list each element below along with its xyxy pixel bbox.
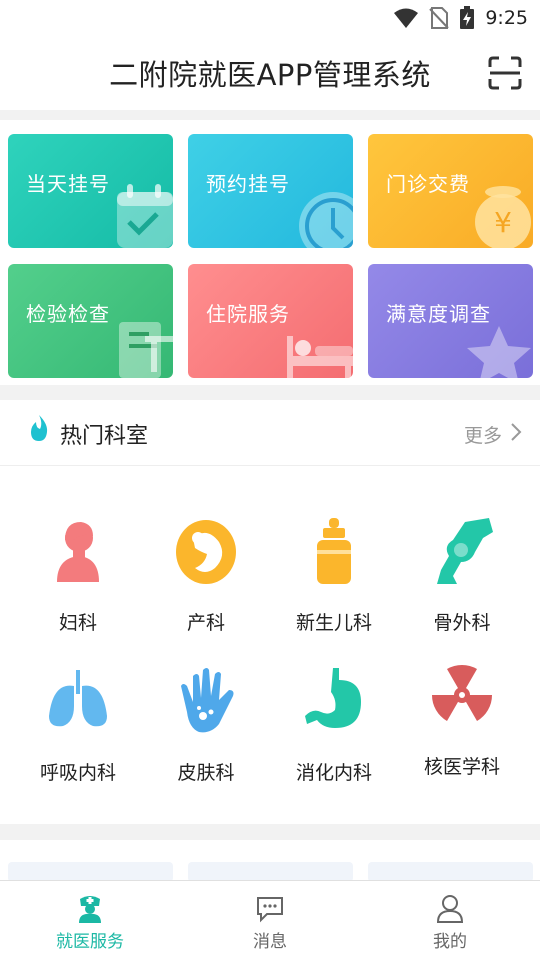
radiation-icon	[432, 664, 492, 721]
dept-label: 核医学科	[423, 756, 500, 778]
quick-actions: 当天挂号 预约挂号 门诊交费 ¥ 检验检查 住院服务 满意度调查	[0, 120, 540, 385]
preview-card	[368, 862, 533, 882]
dept-label: 骨外科	[433, 612, 491, 634]
dept-label: 新生儿科	[295, 612, 372, 634]
nurse-icon	[79, 896, 101, 923]
chevron-right-icon[interactable]	[510, 422, 522, 442]
preview-card	[8, 862, 173, 882]
page-title: 二附院就医APP管理系统	[109, 58, 431, 92]
preview-card	[188, 862, 353, 882]
bone-joint-icon	[437, 518, 493, 584]
status-time: 9:25	[485, 7, 528, 29]
dept-gynecology[interactable]: 妇科	[18, 516, 138, 635]
calendar-check-icon	[117, 184, 173, 248]
test-report-icon	[119, 322, 173, 378]
tile-label: 当天挂号	[26, 172, 110, 196]
wifi-icon	[394, 8, 419, 28]
chat-bubble-icon	[257, 897, 283, 923]
dept-label: 妇科	[58, 612, 97, 634]
tile-outpatient-payment[interactable]: 门诊交费 ¥	[368, 134, 533, 248]
fire-icon	[31, 415, 48, 441]
baby-bottle-icon	[317, 518, 351, 584]
stomach-icon	[305, 668, 361, 728]
app-header: 二附院就医APP管理系统	[0, 36, 540, 110]
woman-icon	[57, 522, 99, 582]
tab-profile[interactable]: 我的	[360, 881, 540, 960]
dept-respiratory[interactable]: 呼吸内科	[18, 666, 138, 785]
next-section-preview	[0, 840, 540, 882]
dept-label: 消化内科	[295, 762, 372, 784]
dept-gastroenterology[interactable]: 消化内科	[274, 666, 394, 785]
dept-label: 皮肤科	[177, 762, 235, 784]
svg-text:¥: ¥	[494, 206, 512, 239]
dept-obstetrics[interactable]: 产科	[146, 516, 266, 635]
tile-satisfaction-survey[interactable]: 满意度调查	[368, 264, 533, 378]
tab-label: 我的	[433, 932, 467, 952]
dept-label: 呼吸内科	[39, 762, 116, 784]
battery-charging-icon	[460, 6, 475, 29]
tab-label: 就医服务	[56, 932, 124, 952]
tile-appointment-registration[interactable]: 预约挂号	[188, 134, 353, 248]
hot-departments-section: 热门科室 更多 妇科 产科 新生儿科 骨外科 呼吸内科 皮肤科 消化内科 核医学…	[0, 400, 540, 824]
status-bar: 9:25	[0, 0, 540, 36]
tile-same-day-registration[interactable]: 当天挂号	[8, 134, 173, 248]
tile-label: 检验检查	[26, 302, 110, 326]
tile-inpatient-service[interactable]: 住院服务	[188, 264, 353, 378]
bottom-tab-bar: 就医服务 消息 我的	[0, 880, 540, 960]
section-header: 热门科室 更多	[0, 400, 540, 466]
dept-dermatology[interactable]: 皮肤科	[146, 666, 266, 785]
tab-messages[interactable]: 消息	[180, 881, 360, 960]
tab-medical-services[interactable]: 就医服务	[0, 881, 180, 960]
star-icon	[467, 326, 531, 378]
tile-label: 门诊交费	[386, 172, 470, 196]
hospital-bed-icon	[287, 336, 353, 378]
dept-neonatology[interactable]: 新生儿科	[274, 516, 394, 635]
tile-lab-examination[interactable]: 检验检查	[8, 264, 173, 378]
user-icon	[436, 895, 464, 923]
section-title: 热门科室	[60, 424, 149, 449]
clock-icon	[299, 192, 353, 248]
fetus-icon	[176, 520, 236, 584]
hand-skin-icon	[181, 668, 234, 733]
lungs-icon	[49, 670, 107, 727]
dept-nuclear-medicine[interactable]: 核医学科	[402, 660, 522, 779]
tile-label: 住院服务	[206, 302, 290, 326]
dept-label: 产科	[186, 612, 225, 634]
tab-label: 消息	[253, 932, 287, 952]
no-sim-icon	[429, 7, 450, 29]
more-link[interactable]: 更多	[464, 421, 502, 448]
money-bag-icon: ¥	[475, 186, 531, 248]
tile-label: 预约挂号	[206, 172, 290, 196]
scan-icon[interactable]	[488, 56, 522, 90]
dept-orthopedics[interactable]: 骨外科	[402, 516, 522, 635]
